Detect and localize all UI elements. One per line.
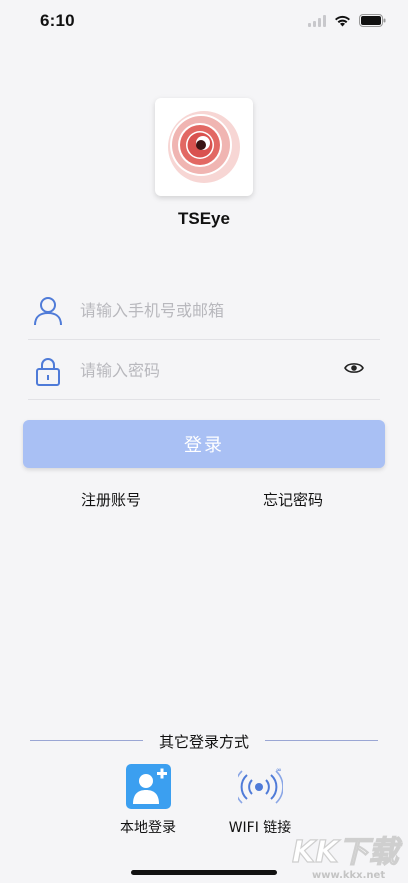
kk-watermark-logo: KK下载 www.kkx.net — [292, 834, 403, 881]
forgot-password-link[interactable]: 忘记密码 — [263, 489, 323, 510]
password-field — [28, 340, 380, 400]
local-login-label: 本地登录 — [120, 820, 176, 836]
user-icon — [34, 297, 62, 326]
home-indicator — [131, 870, 277, 875]
login-button[interactable]: 登录 — [23, 420, 385, 468]
app-logo — [155, 98, 253, 196]
phone-field — [28, 280, 380, 340]
eye-logo-icon — [168, 111, 240, 183]
local-login-option[interactable]: 本地登录 — [103, 764, 193, 837]
eye-icon[interactable] — [344, 360, 364, 376]
battery-icon — [359, 14, 386, 27]
phone-input[interactable] — [80, 292, 330, 328]
status-icons — [308, 14, 386, 27]
wifi-signal-icon: ∞ — [237, 766, 283, 804]
add-user-icon — [125, 764, 171, 809]
svg-text:www.kkx.net: www.kkx.net — [312, 870, 385, 881]
status-bar: 6:10 — [0, 0, 408, 44]
other-login-section: 其它登录方式 — [0, 730, 408, 752]
register-link[interactable]: 注册账号 — [81, 489, 141, 510]
other-login-title: 其它登录方式 — [158, 733, 249, 751]
status-time: 6:10 — [40, 11, 75, 30]
lock-icon — [36, 358, 60, 386]
svg-text:∞: ∞ — [276, 766, 282, 774]
wifi-icon — [335, 15, 350, 26]
password-input[interactable] — [80, 352, 330, 388]
app-name: TSEye — [178, 209, 230, 228]
cellular-signal-icon — [308, 14, 326, 27]
svg-text:KK下载: KK下载 — [292, 835, 402, 870]
